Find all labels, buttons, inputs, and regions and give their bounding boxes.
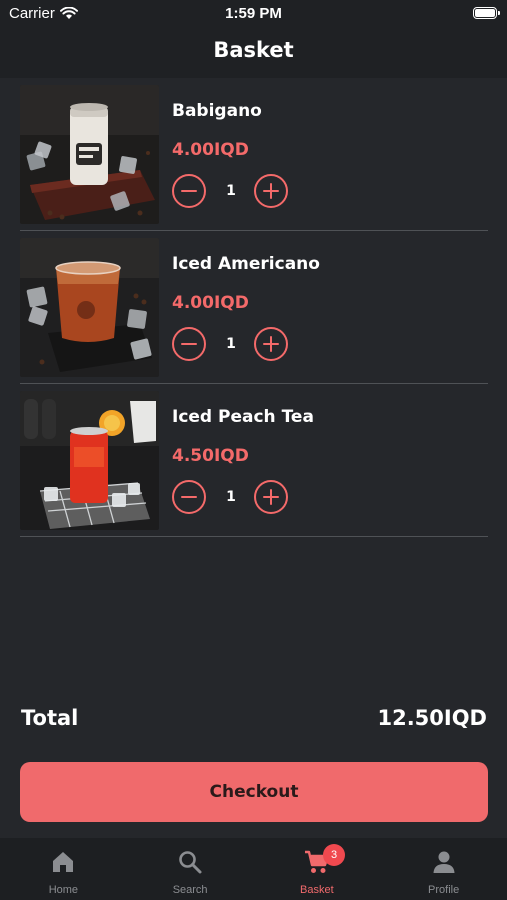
product-name: Babigano: [172, 101, 262, 121]
total-label: Total: [21, 706, 79, 730]
quantity-value: 1: [226, 489, 236, 505]
decrease-quantity-button[interactable]: [172, 174, 206, 208]
tab-label: Profile: [428, 884, 460, 896]
total-value: 12.50IQD: [377, 706, 487, 730]
product-price: 4.50IQD: [172, 446, 249, 466]
increase-quantity-button[interactable]: [254, 480, 288, 514]
page-title: Basket: [213, 38, 294, 62]
quantity-value: 1: [226, 336, 236, 352]
product-name: Iced Americano: [172, 254, 320, 274]
profile-icon: [433, 851, 455, 873]
decrease-quantity-button[interactable]: [172, 327, 206, 361]
tab-profile[interactable]: Profile: [380, 838, 507, 900]
product-price: 4.00IQD: [172, 140, 249, 160]
tab-label: Basket: [300, 884, 334, 896]
basket-item: Iced Peach Tea 4.50IQD 1: [20, 384, 488, 537]
increase-quantity-button[interactable]: [254, 174, 288, 208]
product-image-canned-coffee[interactable]: [20, 85, 159, 224]
battery-icon: [473, 7, 500, 19]
tab-bar: Home Search Basket Profile: [0, 838, 507, 900]
product-name: Iced Peach Tea: [172, 407, 314, 427]
basket-item: Iced Americano 4.00IQD 1: [20, 231, 488, 384]
navigation-bar: Basket: [0, 28, 507, 78]
quantity-value: 1: [226, 183, 236, 199]
status-time: 1:59 PM: [225, 5, 282, 22]
basket-list: Babigano 4.00IQD 1 Iced Americano 4.00IQ…: [20, 78, 488, 537]
tab-label: Home: [48, 884, 79, 896]
basket-item: Babigano 4.00IQD 1: [20, 78, 488, 231]
home-icon: [53, 852, 74, 872]
checkout-button[interactable]: Checkout: [20, 762, 488, 822]
tab-search[interactable]: Search: [127, 838, 254, 900]
tab-label: Search: [172, 884, 208, 896]
product-image-iced-peach-tea[interactable]: [20, 391, 159, 530]
tab-basket[interactable]: Basket: [254, 838, 381, 900]
status-bar: Carrier 1:59 PM: [0, 0, 507, 28]
search-icon: [179, 851, 202, 874]
increase-quantity-button[interactable]: [254, 327, 288, 361]
product-price: 4.00IQD: [172, 293, 249, 313]
decrease-quantity-button[interactable]: [172, 480, 206, 514]
product-image-iced-americano[interactable]: [20, 238, 159, 377]
tab-home[interactable]: Home: [0, 838, 127, 900]
basket-count-badge: 3: [323, 844, 345, 866]
